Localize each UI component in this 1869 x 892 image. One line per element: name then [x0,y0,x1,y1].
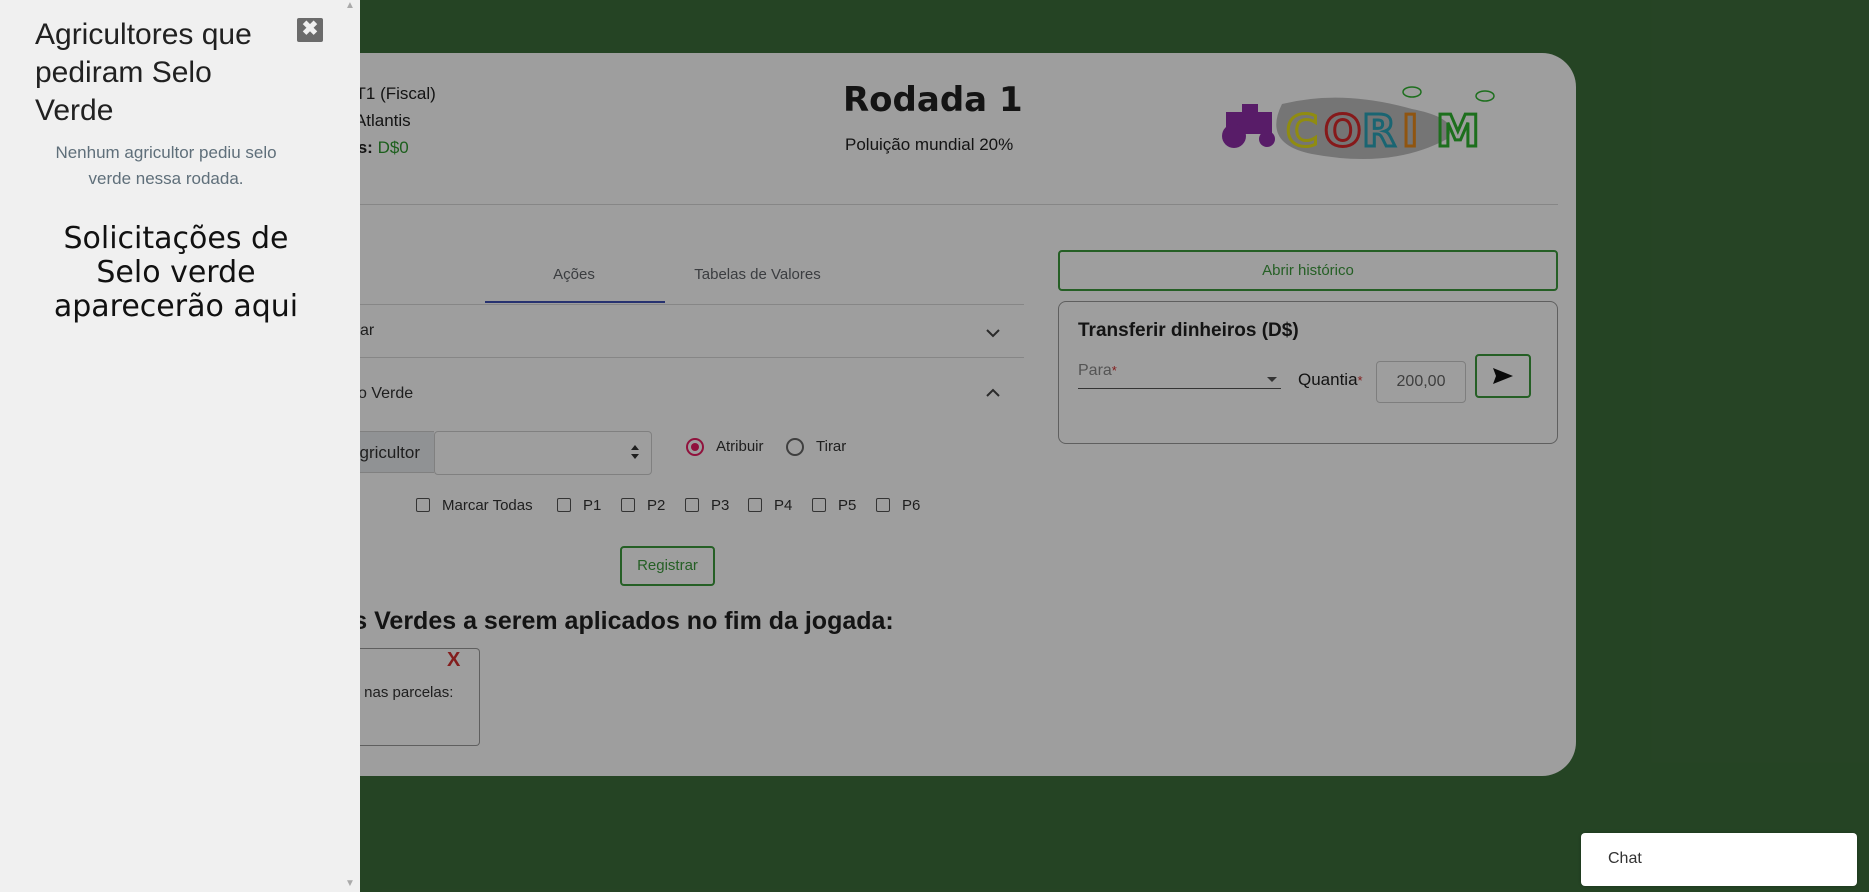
chat-label: Chat [1608,850,1642,867]
close-icon[interactable]: ✖ [297,18,323,42]
selo-verde-sidebar: Agricultores que pediram Selo Verde ✖ Ne… [0,0,360,892]
scroll-up-icon[interactable]: ▲ [345,0,355,11]
scroll-down-icon[interactable]: ▼ [345,878,355,889]
sidebar-placeholder-message: Solicitações de Selo verde aparecerão aq… [53,221,299,324]
chat-widget[interactable]: Chat [1581,833,1857,886]
sidebar-empty-message: Nenhum agricultor pediu selo verde nessa… [55,143,277,188]
sidebar-title: Agricultores que pediram Selo Verde [35,18,252,127]
